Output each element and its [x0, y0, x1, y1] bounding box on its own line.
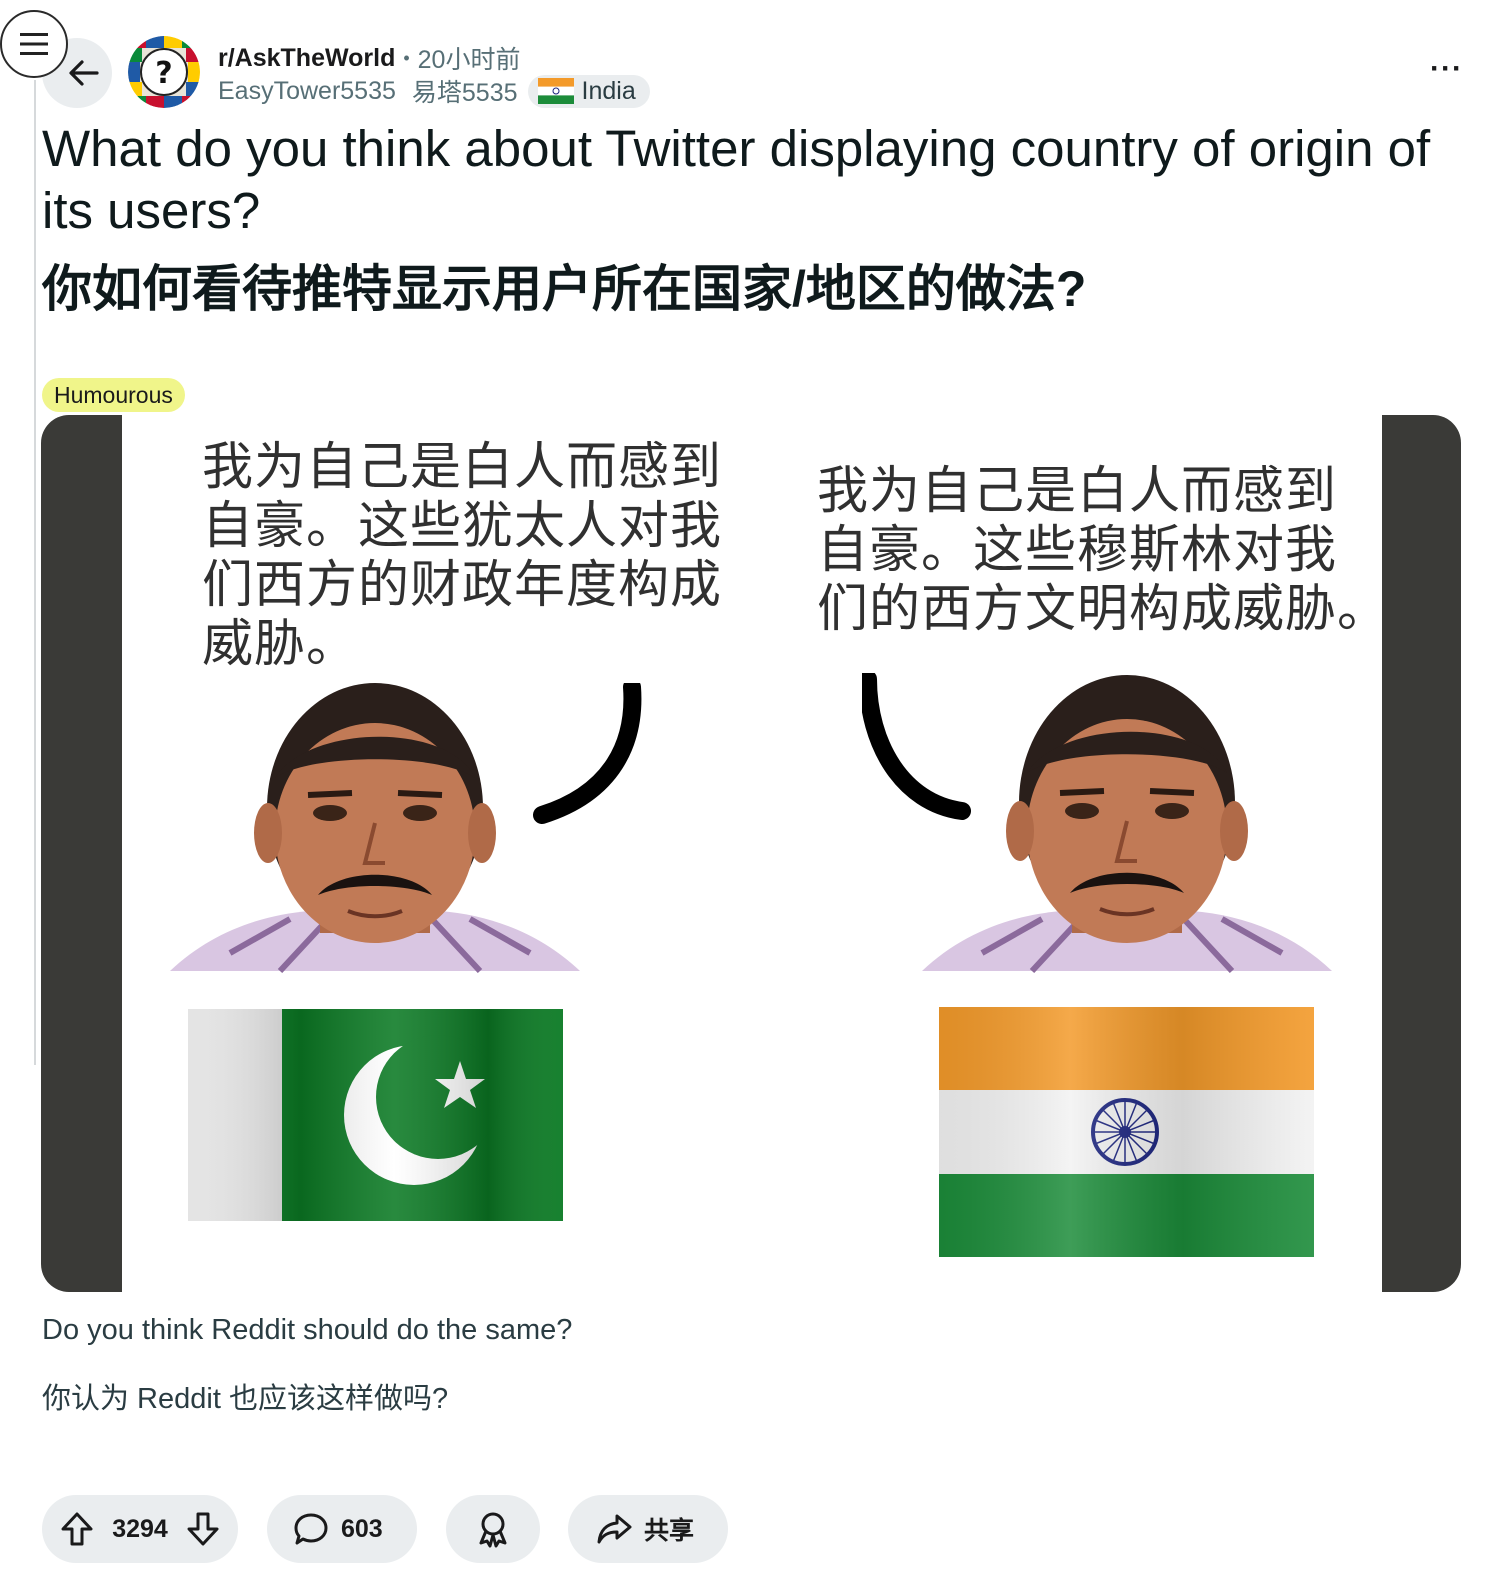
left-man-portrait	[170, 683, 580, 973]
separator: •	[403, 47, 410, 68]
share-label: 共享	[644, 1517, 695, 1545]
post-body: Do you think Reddit should do the same?	[42, 1314, 573, 1346]
user-flair: India	[527, 74, 650, 108]
left-caption: 我为自己是白人而感到 自豪。这些犹太人对我 们西方的财政年度构成 威胁。	[202, 437, 722, 673]
arrow-left-icon	[69, 60, 99, 86]
award-button[interactable]	[446, 1495, 540, 1563]
pakistan-flag	[188, 1009, 563, 1221]
post-body-translated: 你认为 Reddit 也应该这样做吗?	[42, 1383, 449, 1415]
username[interactable]: EasyTower5535	[218, 77, 396, 106]
india-flag	[939, 1007, 1314, 1257]
comment-count: 603	[341, 1514, 383, 1543]
post-title: What do you think about Twitter displayi…	[42, 120, 1431, 239]
svg-text:?: ?	[155, 56, 172, 91]
meme-panel: 我为自己是白人而感到 自豪。这些犹太人对我 们西方的财政年度构成 威胁。 我为自…	[122, 415, 1388, 1292]
left-caption-line: 们西方的财政年度构成	[202, 556, 723, 613]
right-caption: 我为自己是白人而感到 自豪。这些穆斯林对我 们的西方文明构成威胁。	[817, 461, 1389, 638]
post-time: 20小时前	[417, 46, 521, 74]
subreddit-name[interactable]: r/AskTheWorld	[218, 44, 395, 73]
right-caption-line: 们的西方文明构成威胁。	[817, 580, 1390, 637]
right-caption-line: 自豪。这些穆斯林对我	[817, 521, 1338, 578]
upvote-icon[interactable]	[60, 1511, 94, 1547]
comment-icon	[294, 1513, 328, 1545]
left-caption-line: 自豪。这些犹太人对我	[202, 497, 723, 554]
share-icon	[597, 1514, 632, 1544]
menu-button[interactable]	[0, 10, 68, 78]
left-caption-line: 威胁。	[202, 615, 359, 672]
downvote-icon[interactable]	[186, 1511, 220, 1547]
vote-bar: 3294	[42, 1495, 238, 1563]
comments-button[interactable]: 603	[267, 1495, 417, 1563]
share-button[interactable]: 共享	[568, 1495, 728, 1563]
username-translated: 易塔5535	[411, 79, 518, 107]
more-options-button[interactable]: ···	[1430, 52, 1463, 86]
left-caption-line: 我为自己是白人而感到	[202, 438, 723, 495]
thread-rule	[34, 80, 36, 1065]
post-image[interactable]: 我为自己是白人而感到 自豪。这些犹太人对我 们西方的财政年度构成 威胁。 我为自…	[41, 415, 1461, 1292]
award-icon	[479, 1512, 507, 1548]
post-title-translated: 你如何看待推特显示用户所在国家/地区的做法?	[42, 261, 1087, 317]
hamburger-icon	[20, 33, 48, 55]
right-man-portrait	[922, 675, 1332, 973]
india-flag-icon	[537, 78, 574, 104]
user-flair-label: India	[581, 76, 636, 105]
subreddit-avatar[interactable]: ?	[128, 36, 200, 108]
vote-count: 3294	[112, 1514, 168, 1543]
globe-question-icon: ?	[128, 36, 200, 108]
right-caption-line: 我为自己是白人而感到	[817, 462, 1338, 519]
post-flair-tag[interactable]: Humourous	[42, 378, 185, 412]
